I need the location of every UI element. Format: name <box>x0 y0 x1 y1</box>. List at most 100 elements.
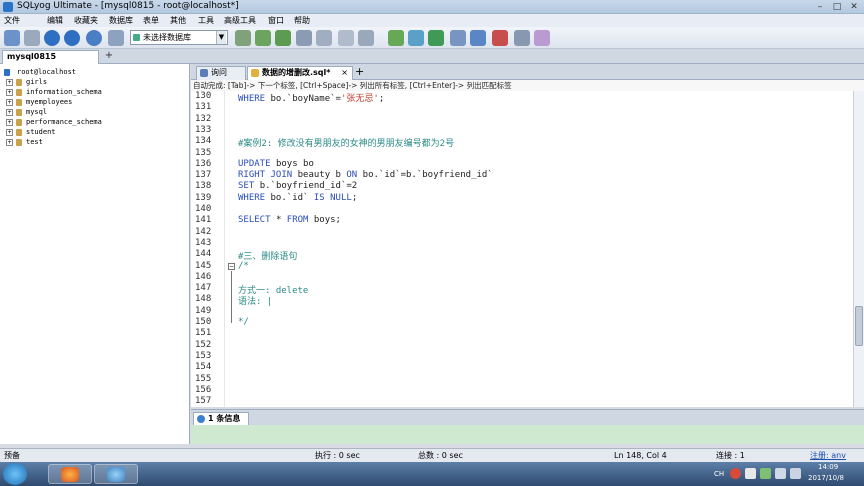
editor-vertical-scrollbar[interactable] <box>853 91 864 407</box>
import-icon[interactable] <box>358 30 374 46</box>
sqlyog-taskbar-icon <box>107 467 125 482</box>
line-number: 150 <box>195 317 212 327</box>
code-line[interactable]: 语法: | <box>238 294 272 307</box>
tree-root[interactable]: root@localhost <box>4 68 76 76</box>
close-tab-icon[interactable]: × <box>341 67 348 79</box>
code-token: SELECT <box>238 215 276 226</box>
database-select[interactable]: 未选择数据库 ▼ <box>130 30 228 45</box>
alter-table-icon[interactable] <box>275 30 291 46</box>
maximize-button[interactable]: □ <box>829 1 845 13</box>
new-connection-icon[interactable] <box>4 30 20 46</box>
expand-icon[interactable]: + <box>6 99 13 106</box>
tree-db-item[interactable]: + girls <box>6 78 47 86</box>
menu-advanced-tools[interactable]: 高级工具 <box>224 15 256 26</box>
database-icon <box>16 139 22 146</box>
database-icon <box>16 99 22 106</box>
restore-icon[interactable] <box>408 30 424 46</box>
backup-icon[interactable] <box>388 30 404 46</box>
stop-icon[interactable] <box>86 30 102 46</box>
menu-edit[interactable]: 编辑 <box>47 15 63 26</box>
menu-file[interactable]: 文件 <box>4 15 20 26</box>
close-button[interactable]: ✕ <box>846 1 862 13</box>
taskbar: CH 14:09 2017/10/8 <box>0 462 864 486</box>
code-token: bo.`id`=b.`boyfriend_id` <box>362 170 493 181</box>
chevron-down-icon[interactable]: ▼ <box>216 31 226 44</box>
tree-db-label: performance_schema <box>26 118 102 126</box>
tray-network-icon[interactable] <box>760 468 771 479</box>
code-token: ON <box>346 170 363 181</box>
tab-sql-file[interactable]: 数据的增删改.sql* × <box>247 66 353 80</box>
ime-indicator[interactable]: CH <box>714 470 724 478</box>
code-line[interactable]: SELECT * FROM boys; <box>238 215 341 225</box>
menu-window[interactable]: 窗口 <box>268 15 284 26</box>
query-builder-icon[interactable] <box>470 30 486 46</box>
database-icon <box>16 79 22 86</box>
taskbar-app-sqlyog[interactable] <box>94 464 138 484</box>
tree-db-item[interactable]: + test <box>6 138 43 146</box>
create-table-icon[interactable] <box>255 30 271 46</box>
code-token: bo.`id` <box>270 192 314 203</box>
database-icon <box>16 129 22 136</box>
expand-icon[interactable]: + <box>6 109 13 116</box>
connection-tab[interactable]: mysql0815 <box>2 50 99 64</box>
sogou-input-icon[interactable] <box>730 468 741 479</box>
minimize-button[interactable]: – <box>812 1 828 13</box>
tray-app-icon[interactable] <box>745 468 756 479</box>
taskbar-app-firefox[interactable] <box>48 464 92 484</box>
menu-other[interactable]: 其他 <box>170 15 186 26</box>
fold-toggle-icon[interactable]: − <box>228 263 235 270</box>
tree-db-item[interactable]: + mysql <box>6 108 47 116</box>
connect-icon[interactable] <box>24 30 40 46</box>
execute-all-icon[interactable] <box>64 30 80 46</box>
tab-query-label: 询问 <box>211 68 227 77</box>
table-data-icon[interactable] <box>338 30 354 46</box>
expand-icon[interactable]: + <box>6 79 13 86</box>
refresh-icon[interactable] <box>108 30 124 46</box>
expand-icon[interactable]: + <box>6 139 13 146</box>
code-line[interactable]: /* <box>238 261 249 271</box>
menu-tools[interactable]: 工具 <box>198 15 214 26</box>
add-editor-tab-button[interactable]: + <box>355 66 364 78</box>
tab-query[interactable]: 询问 <box>196 66 246 80</box>
server-icon <box>4 69 10 76</box>
tab-messages[interactable]: 1 条信息 <box>193 412 249 426</box>
code-token: FROM <box>286 215 314 226</box>
menu-table[interactable]: 表单 <box>143 15 159 26</box>
code-token: RIGHT JOIN <box>238 170 298 181</box>
start-button[interactable] <box>3 463 27 485</box>
menu-database[interactable]: 数据库 <box>109 15 133 26</box>
tree-db-item[interactable]: + student <box>6 128 56 136</box>
add-connection-tab-button[interactable]: + <box>103 51 115 62</box>
preferences-icon[interactable] <box>534 30 550 46</box>
tree-db-item[interactable]: + myemployees <box>6 98 72 106</box>
menu-help[interactable]: 帮助 <box>294 15 310 26</box>
user-manager-icon[interactable] <box>514 30 530 46</box>
execute-query-icon[interactable] <box>44 30 60 46</box>
sql-editor[interactable]: 130 131 132 133 134 135 136 137 138 139 140 141 142 1… <box>191 91 853 407</box>
expand-icon[interactable]: + <box>6 129 13 136</box>
tree-db-item[interactable]: + information_schema <box>6 88 102 96</box>
schema-designer-icon[interactable] <box>492 30 508 46</box>
status-registration[interactable]: 注册: anv <box>810 449 846 462</box>
code-line[interactable]: SET b.`boyfriend_id`=2 <box>238 181 357 191</box>
code-token: */ <box>238 317 249 327</box>
code-line[interactable]: */ <box>238 317 249 327</box>
expand-icon[interactable]: + <box>6 119 13 126</box>
expand-icon[interactable]: + <box>6 89 13 96</box>
code-line[interactable]: UPDATE boys bo <box>238 159 314 169</box>
tray-flag-icon[interactable] <box>790 468 801 479</box>
code-line[interactable]: WHERE bo.`boyName`='张无忌'; <box>238 91 384 104</box>
code-line[interactable]: WHERE bo.`id` IS NULL; <box>238 193 357 203</box>
relationships-icon[interactable] <box>316 30 332 46</box>
clock-date: 2017/10/8 <box>808 474 844 482</box>
tray-volume-icon[interactable] <box>775 468 786 479</box>
code-line[interactable]: RIGHT JOIN beauty b ON bo.`id`=b.`boyfri… <box>238 170 493 180</box>
schema-sync-icon[interactable] <box>450 30 466 46</box>
menu-favorites[interactable]: 收藏夹 <box>74 15 98 26</box>
sync-icon[interactable] <box>428 30 444 46</box>
tree-db-item[interactable]: + performance_schema <box>6 118 102 126</box>
scrollbar-thumb[interactable] <box>855 306 863 346</box>
code-line[interactable]: #案例2: 修改没有男朋友的女神的男朋友编号都为2号 <box>238 136 454 149</box>
new-database-icon[interactable] <box>235 30 251 46</box>
manage-index-icon[interactable] <box>296 30 312 46</box>
